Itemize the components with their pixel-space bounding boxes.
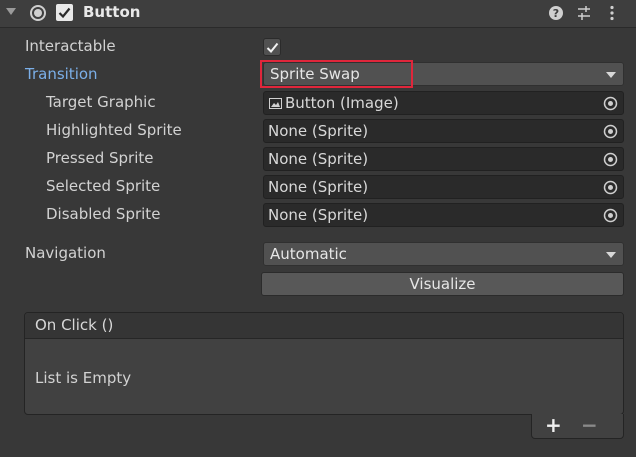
- checkmark-icon: [266, 42, 279, 53]
- object-picker-icon[interactable]: [603, 152, 618, 167]
- object-picker-icon[interactable]: [603, 124, 618, 139]
- pressed-sprite-field[interactable]: None (Sprite): [263, 147, 624, 171]
- component-icon: [30, 5, 46, 21]
- pressed-sprite-value: None (Sprite): [268, 150, 369, 168]
- on-click-event-list: On Click () List is Empty: [24, 312, 624, 415]
- transition-dropdown[interactable]: Sprite Swap: [263, 62, 624, 86]
- highlighted-sprite-label: Highlighted Sprite: [46, 121, 182, 139]
- target-graphic-value: Button (Image): [285, 94, 399, 112]
- svg-text:?: ?: [553, 7, 559, 20]
- disabled-sprite-field[interactable]: None (Sprite): [263, 203, 624, 227]
- target-graphic-field[interactable]: Button (Image): [263, 91, 624, 115]
- help-icon[interactable]: ?: [547, 4, 565, 22]
- highlighted-sprite-value: None (Sprite): [268, 122, 369, 140]
- component-enabled-checkbox[interactable]: [56, 4, 73, 21]
- disabled-sprite-value: None (Sprite): [268, 206, 369, 224]
- navigation-value: Automatic: [270, 245, 347, 263]
- checkmark-icon: [58, 7, 71, 19]
- disabled-sprite-label: Disabled Sprite: [46, 205, 161, 223]
- event-list-title: On Click (): [35, 316, 114, 334]
- selected-sprite-label: Selected Sprite: [46, 177, 161, 195]
- object-picker-icon[interactable]: [603, 208, 618, 223]
- selected-sprite-field[interactable]: None (Sprite): [263, 175, 624, 199]
- selected-sprite-value: None (Sprite): [268, 178, 369, 196]
- interactable-label: Interactable: [25, 37, 116, 55]
- dropdown-arrow-icon: [606, 72, 616, 78]
- transition-value: Sprite Swap: [270, 65, 360, 83]
- event-list-header: On Click (): [25, 313, 623, 339]
- navigation-dropdown[interactable]: Automatic: [263, 242, 624, 266]
- preset-icon[interactable]: [575, 4, 593, 22]
- transition-label: Transition: [25, 65, 98, 83]
- component-header: Button ?: [0, 0, 636, 28]
- remove-item-button[interactable]: −: [581, 413, 598, 437]
- dropdown-arrow-icon: [606, 252, 616, 258]
- navigation-label: Navigation: [25, 244, 106, 262]
- foldout-arrow-icon[interactable]: [6, 8, 16, 15]
- interactable-checkbox[interactable]: [263, 38, 281, 56]
- empty-list-text: List is Empty: [35, 369, 132, 387]
- add-item-button[interactable]: +: [545, 413, 562, 437]
- context-menu-icon[interactable]: [603, 4, 621, 22]
- target-graphic-label: Target Graphic: [46, 93, 156, 111]
- object-picker-icon[interactable]: [603, 96, 618, 111]
- object-picker-icon[interactable]: [603, 180, 618, 195]
- add-remove-footer: + −: [531, 413, 624, 439]
- image-icon: [269, 98, 282, 109]
- pressed-sprite-label: Pressed Sprite: [46, 149, 154, 167]
- visualize-button[interactable]: Visualize: [261, 272, 624, 296]
- component-title: Button: [83, 3, 141, 21]
- highlighted-sprite-field[interactable]: None (Sprite): [263, 119, 624, 143]
